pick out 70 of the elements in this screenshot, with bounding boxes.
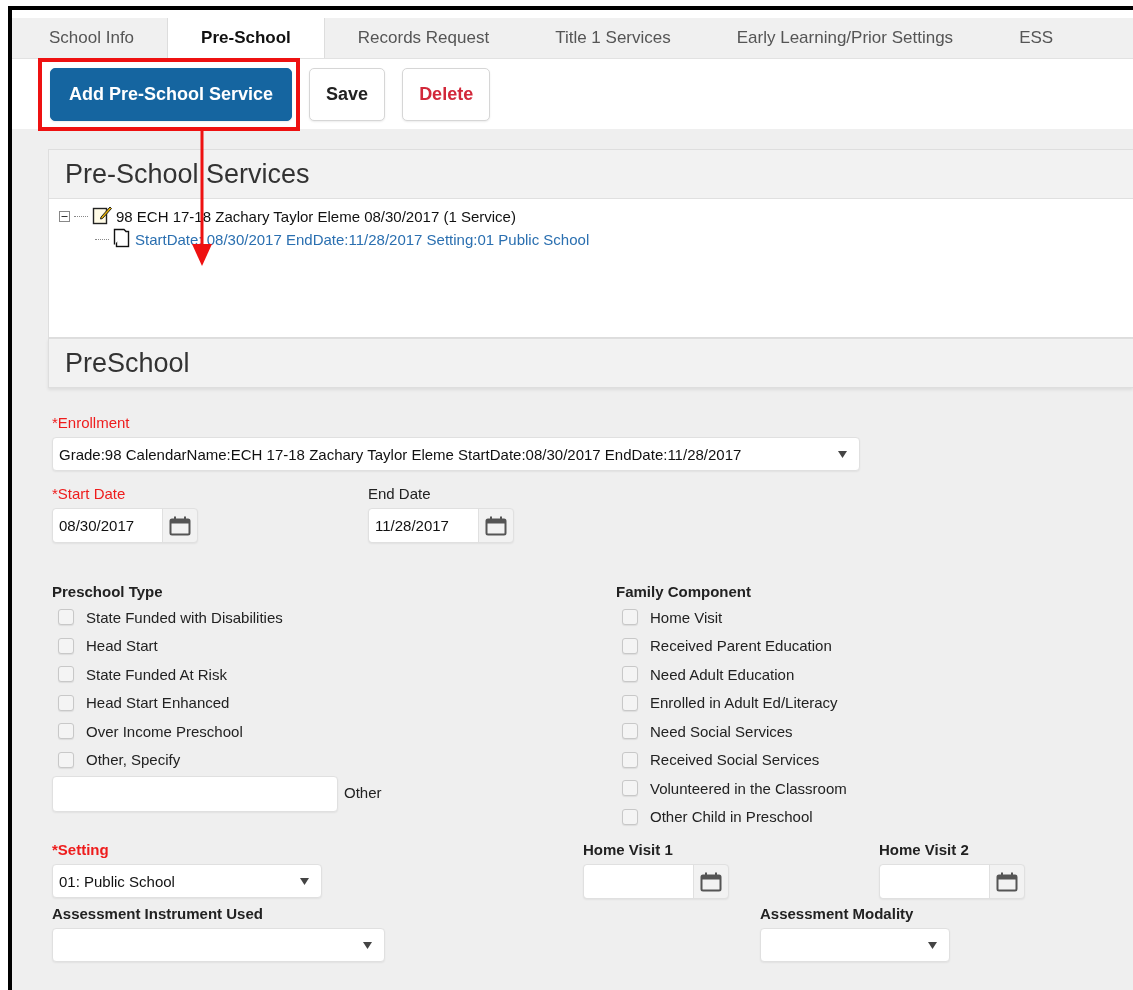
- checkbox[interactable]: [622, 751, 638, 768]
- checkbox-label: Head Start Enhanced: [86, 694, 230, 712]
- dropdown[interactable]: [760, 928, 950, 962]
- toolbar-button[interactable]: Add Pre-School Service: [50, 67, 293, 121]
- text-field[interactable]: [52, 776, 338, 812]
- section-title: PreSchool: [65, 347, 190, 379]
- calendar-icon: [699, 871, 722, 892]
- caret-icon: [363, 942, 372, 949]
- tab[interactable]: Records Request: [324, 18, 523, 58]
- field-label: *Enrollment: [52, 414, 131, 433]
- tab[interactable]: ESS: [986, 18, 1087, 58]
- panel-title: Pre-School Services: [65, 158, 310, 190]
- checkbox[interactable]: [58, 751, 74, 768]
- checkbox-label: Other, Specify: [86, 751, 181, 769]
- dropdown[interactable]: 01: Public School: [52, 864, 322, 898]
- checkbox-label: State Funded with Disabilities: [86, 608, 283, 626]
- checkbox-label: Head Start: [86, 637, 158, 655]
- toolbar-button[interactable]: Save: [309, 67, 386, 121]
- group-title: Preschool Type: [52, 583, 164, 602]
- caret-icon: [300, 878, 309, 885]
- field-label: *Start Date: [52, 485, 127, 504]
- checkbox[interactable]: [622, 666, 638, 683]
- calendar-icon: [995, 871, 1018, 892]
- checkbox[interactable]: [622, 637, 638, 654]
- checkbox-label: State Funded At Risk: [86, 665, 227, 683]
- field-label: Other: [344, 784, 382, 803]
- checkbox-label: Received Social Services: [650, 751, 820, 769]
- calendar-icon: [168, 515, 191, 536]
- dropdown[interactable]: Grade:98 CalendarName:ECH 17-18 Zachary Taylor Eleme StartDate:08/30/2017 EndDate:11/28/2017: [52, 437, 860, 471]
- field-label: Assessment Modality: [760, 905, 915, 924]
- tab[interactable]: Pre-School: [167, 18, 325, 58]
- dropdown[interactable]: [52, 928, 385, 962]
- date-field[interactable]: [583, 864, 729, 899]
- field-label: *Setting: [52, 841, 110, 860]
- checkbox-label: Home Visit: [650, 608, 723, 626]
- checkbox-label: Volunteered in the Classroom: [650, 779, 847, 797]
- checkbox[interactable]: [622, 808, 638, 825]
- checkbox-label: Received Parent Education: [650, 637, 832, 655]
- checkbox-label: Need Adult Education: [650, 665, 795, 683]
- checkbox[interactable]: [58, 637, 74, 654]
- checkbox-label: Enrolled in Adult Ed/Literacy: [650, 694, 838, 712]
- checkbox-label: Other Child in Preschool: [650, 808, 813, 826]
- checkbox[interactable]: [58, 666, 74, 683]
- field-label: Assessment Instrument Used: [52, 905, 264, 924]
- collapse-icon[interactable]: [59, 211, 70, 222]
- date-field[interactable]: 11/28/2017: [368, 508, 514, 543]
- checkbox[interactable]: [622, 780, 638, 797]
- tab[interactable]: Early Learning/Prior Settings: [703, 18, 987, 58]
- field-label: Home Visit 2: [879, 841, 970, 860]
- tab[interactable]: Title 1 Services: [522, 18, 704, 58]
- field-label: End Date: [368, 485, 432, 504]
- checkbox[interactable]: [58, 609, 74, 626]
- field-label: Home Visit 1: [583, 841, 674, 860]
- checkbox-label: Over Income Preschool: [86, 722, 243, 740]
- checkbox[interactable]: [622, 609, 638, 626]
- checkbox[interactable]: [58, 723, 74, 740]
- checkbox[interactable]: [622, 723, 638, 740]
- document-icon: [113, 228, 131, 248]
- tab[interactable]: School Info: [16, 18, 168, 58]
- checkbox[interactable]: [58, 694, 74, 711]
- note-edit-icon: [92, 205, 112, 225]
- caret-icon: [838, 451, 847, 458]
- checkbox[interactable]: [622, 694, 638, 711]
- caret-icon: [928, 942, 937, 949]
- calendar-icon: [484, 515, 507, 536]
- group-title: Family Component: [616, 583, 752, 602]
- date-field[interactable]: 08/30/2017: [52, 508, 198, 543]
- date-field[interactable]: [879, 864, 1025, 899]
- checkbox-label: Need Social Services: [650, 722, 793, 740]
- toolbar-button[interactable]: Delete: [402, 67, 491, 121]
